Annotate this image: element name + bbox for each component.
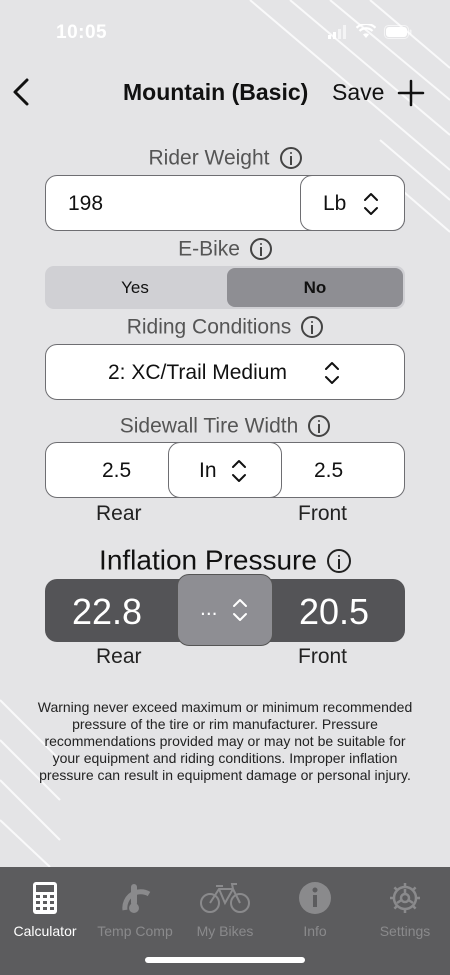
status-bar: 10:05	[0, 0, 450, 62]
add-button[interactable]	[396, 78, 426, 108]
riding-conditions-label: Riding Conditions	[126, 315, 292, 339]
tire-rear-label: Rear	[96, 502, 142, 525]
ebike-info-icon[interactable]	[249, 238, 272, 261]
tire-width-header: Sidewall Tire Width	[0, 414, 450, 438]
rider-weight-label: Rider Weight	[148, 146, 270, 170]
status-icons	[328, 24, 412, 39]
tire-width-front-value[interactable]: 2.5	[314, 459, 343, 483]
thermometer-gauge-icon	[122, 884, 151, 913]
rider-weight-value: 198	[68, 192, 104, 215]
warning-text: Warning never exceed maximum or minimum …	[37, 699, 413, 783]
pressure-front-label: Front	[298, 645, 348, 668]
riding-conditions-value: 2: XC/Trail Medium	[108, 361, 287, 384]
tire-width-unit-select[interactable]: In	[168, 442, 282, 498]
rider-weight-info-icon[interactable]	[279, 147, 302, 170]
chevron-updown-icon	[363, 192, 379, 216]
tab-label: Info	[303, 923, 327, 939]
tab-info[interactable]: Info	[270, 877, 360, 939]
pressure-unit-value: ...	[200, 597, 218, 620]
pressure-rear-value: 22.8	[72, 591, 143, 632]
pressure-rear-label: Rear	[96, 645, 142, 668]
back-button[interactable]	[10, 76, 34, 108]
rider-weight-header: Rider Weight	[0, 146, 450, 170]
tab-label: Settings	[379, 923, 431, 939]
bicycle-icon	[200, 883, 250, 913]
weight-unit-value: Lb	[323, 192, 347, 215]
ebike-label: E-Bike	[178, 237, 240, 261]
riding-conditions-select[interactable]: 2: XC/Trail Medium	[45, 344, 405, 400]
signal-icon	[328, 24, 346, 39]
pressure-unit-select[interactable]: ...	[177, 574, 273, 646]
weight-unit-select[interactable]: Lb	[300, 175, 405, 231]
page-title: Mountain (Basic)	[123, 79, 309, 105]
battery-icon	[384, 24, 412, 39]
tire-width-unit-value: In	[199, 459, 217, 482]
chevron-updown-icon	[231, 459, 247, 483]
tire-width-info-icon[interactable]	[308, 415, 331, 438]
info-icon	[299, 882, 331, 914]
tab-settings[interactable]: Settings	[360, 877, 450, 939]
riding-conditions-info-icon[interactable]	[301, 316, 324, 339]
tab-calculator[interactable]: Calculator	[0, 877, 90, 939]
ebike-option-yes[interactable]: Yes	[47, 268, 223, 307]
ebike-header: E-Bike	[0, 237, 450, 261]
save-button[interactable]: Save	[332, 79, 384, 106]
plus-icon	[397, 79, 425, 107]
tire-front-label: Front	[298, 502, 348, 525]
calculator-icon	[33, 882, 57, 914]
riding-conditions-header: Riding Conditions	[0, 315, 450, 339]
tab-label: My Bikes	[196, 923, 254, 939]
wifi-icon	[356, 24, 376, 38]
tab-label: Temp Comp	[97, 923, 173, 939]
tab-label: Calculator	[13, 923, 77, 939]
inflation-info-icon[interactable]	[326, 548, 351, 573]
inflation-pressure-label: Inflation Pressure	[99, 544, 317, 576]
chevron-updown-icon	[232, 598, 248, 622]
gear-icon	[390, 883, 420, 913]
tire-width-label: Sidewall Tire Width	[119, 414, 299, 438]
navigation-bar: Mountain (Basic) Save	[0, 70, 450, 116]
tab-my-bikes[interactable]: My Bikes	[180, 877, 270, 939]
inflation-pressure-header: Inflation Pressure	[0, 543, 450, 577]
chevron-left-icon	[13, 78, 29, 106]
tire-width-rear-value[interactable]: 2.5	[102, 459, 131, 483]
chevron-updown-icon	[324, 361, 340, 385]
tab-temp-comp[interactable]: Temp Comp	[90, 877, 180, 939]
status-time: 10:05	[56, 22, 108, 43]
ebike-segmented-control: Yes No	[45, 266, 405, 309]
home-indicator	[145, 957, 305, 963]
pressure-front-value: 20.5	[299, 591, 370, 632]
ebike-option-no[interactable]: No	[227, 268, 403, 307]
